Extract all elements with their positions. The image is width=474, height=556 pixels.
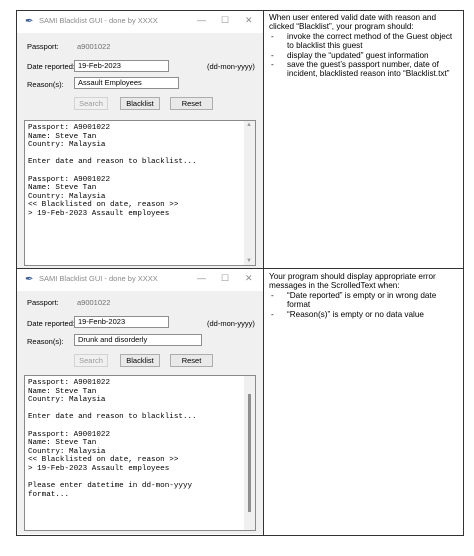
passport-label: Passport: [27,298,59,307]
note-item: invoke the correct method of the Guest o… [269,32,461,51]
note-list: invoke the correct method of the Guest o… [269,32,461,79]
scroll-down-icon[interactable]: ▼ [246,258,252,264]
date-reported-input[interactable]: 19-Feb-2023 [74,60,169,72]
notes-error-case: Your program should display appropriate … [269,272,461,319]
scrollbar-thumb[interactable] [248,394,251,512]
output-text: Passport: A9001022 Name: Steve Tan Count… [28,379,197,499]
search-button[interactable]: Search [74,97,108,110]
date-format-hint: (dd-mon-yyyy) [207,319,255,328]
note-item: “Reason(s)” is empty or no data value [269,310,461,320]
date-reported-label: Date reported: [27,319,75,328]
maximize-icon[interactable]: ☐ [221,273,229,284]
minimize-icon[interactable]: — [197,273,206,283]
passport-value: a9001022 [77,42,111,51]
reset-button[interactable]: Reset [170,354,213,367]
reason-label: Reason(s): [27,337,64,346]
note-item: save the guest’s passport number, date o… [269,60,461,79]
notes-success-case: When user entered valid date with reason… [269,13,461,79]
gui-window-success: ✒ SAMI Blacklist GUI - done by XXXX — ☐ … [17,11,263,268]
table-column-divider [263,10,264,536]
gui-window-error: ✒ SAMI Blacklist GUI - done by XXXX — ☐ … [17,269,263,534]
title-bar: ✒ SAMI Blacklist GUI - done by XXXX — ☐ … [17,269,263,291]
reason-input[interactable]: Assault Employees [74,77,179,89]
scroll-up-icon[interactable]: ▲ [246,122,252,128]
close-icon[interactable]: ✕ [245,273,253,284]
passport-label: Passport: [27,42,59,51]
output-text: Passport: A9001022 Name: Steve Tan Count… [28,124,197,218]
feather-icon: ✒ [25,274,34,285]
minimize-icon[interactable]: — [197,15,206,25]
scrolled-text-output[interactable]: Passport: A9001022 Name: Steve Tan Count… [24,120,256,266]
window-title: SAMI Blacklist GUI - done by XXXX [39,16,158,25]
reason-label: Reason(s): [27,80,64,89]
close-icon[interactable]: ✕ [245,15,253,26]
vertical-scrollbar[interactable]: ▲ ▼ [244,121,255,265]
reason-input[interactable]: Drunk and disorderly [74,334,202,346]
note-list: “Date reported” is empty or in wrong dat… [269,291,461,320]
blacklist-button[interactable]: Blacklist [120,354,160,367]
date-reported-input[interactable]: 19-Fenb-2023 [74,316,169,328]
reset-button[interactable]: Reset [170,97,213,110]
note-intro: Your program should display appropriate … [269,272,436,291]
vertical-scrollbar[interactable] [244,376,255,530]
date-reported-label: Date reported: [27,62,75,71]
feather-icon: ✒ [25,16,34,27]
note-item: display the “updated” guest information [269,51,461,61]
scrolled-text-output[interactable]: Passport: A9001022 Name: Steve Tan Count… [24,375,256,531]
note-item: “Date reported” is empty or in wrong dat… [269,291,461,310]
blacklist-button[interactable]: Blacklist [120,97,160,110]
window-title: SAMI Blacklist GUI - done by XXXX [39,274,158,283]
note-intro: When user entered valid date with reason… [269,13,437,32]
maximize-icon[interactable]: ☐ [221,15,229,26]
passport-value: a9001022 [77,298,111,307]
search-button[interactable]: Search [74,354,108,367]
date-format-hint: (dd-mon-yyyy) [207,62,255,71]
title-bar: ✒ SAMI Blacklist GUI - done by XXXX — ☐ … [17,11,263,33]
